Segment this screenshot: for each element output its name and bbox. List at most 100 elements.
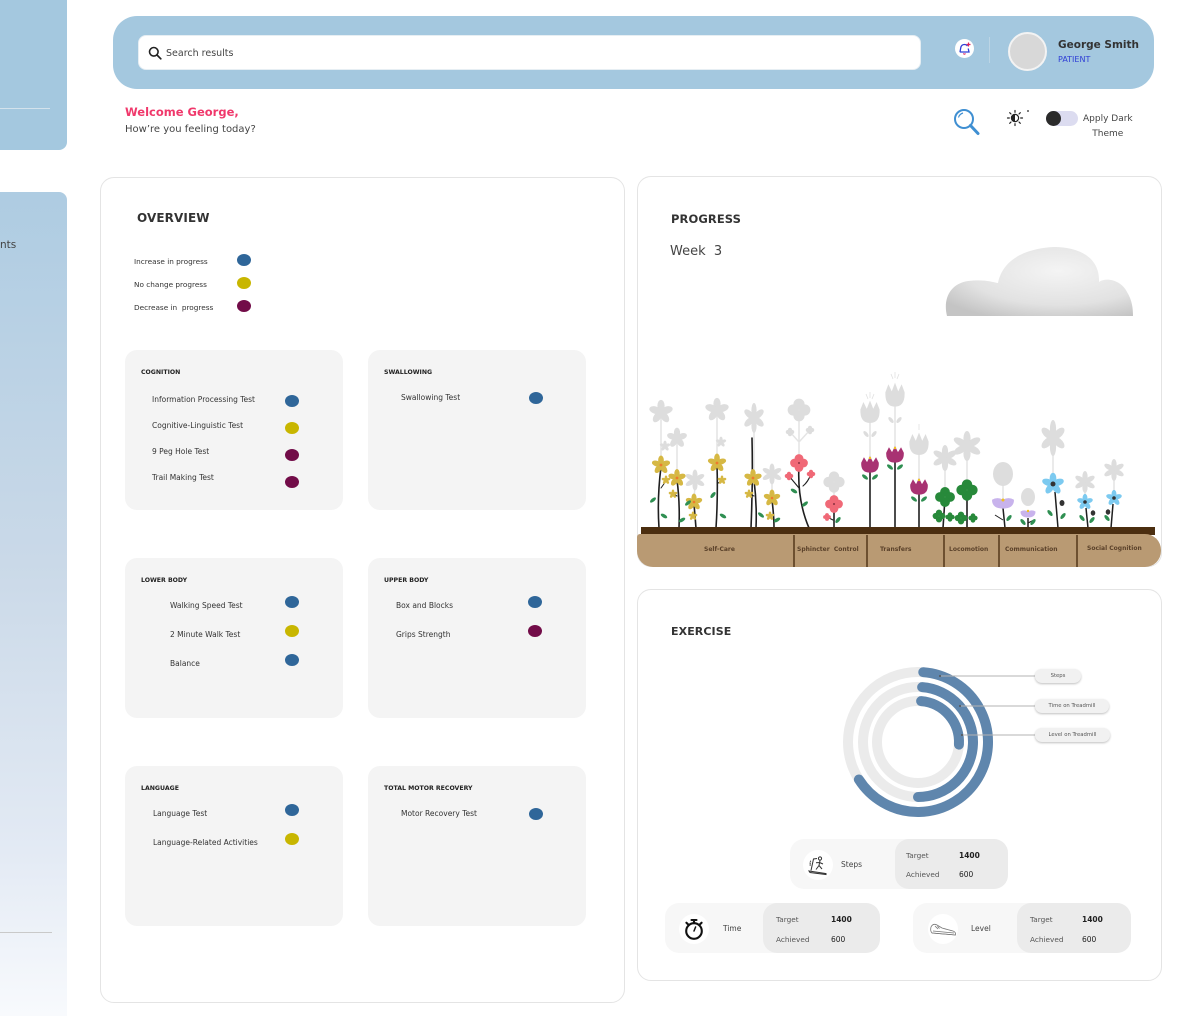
welcome-title: Welcome George, xyxy=(125,105,239,119)
status-dot xyxy=(528,625,542,637)
domain-divider xyxy=(998,535,1000,567)
flower-group-sphincter-control xyxy=(784,398,845,529)
stat-values: Target 1400 Achieved 600 xyxy=(1017,903,1131,953)
stat-card-steps[interactable]: Steps Target 1400 Achieved 600 xyxy=(790,839,1008,889)
test-item[interactable]: Motor Recovery Test xyxy=(401,808,477,820)
status-dot xyxy=(529,392,543,404)
stat-label: Level xyxy=(971,924,991,933)
test-item[interactable]: Language Test xyxy=(153,808,207,820)
test-item[interactable]: Box and Blocks xyxy=(396,600,453,612)
category-title: COGNITION xyxy=(141,369,181,376)
avatar[interactable] xyxy=(1008,32,1047,71)
shoe-icon xyxy=(930,923,956,936)
progress-title: PROGRESS xyxy=(671,212,742,226)
sidebar-divider xyxy=(0,932,52,933)
target-label: Target xyxy=(776,915,799,924)
legend-label-increase: Increase in progress xyxy=(134,257,208,266)
stat-card-time[interactable]: Time Target 1400 Achieved 600 xyxy=(665,903,880,953)
header-divider xyxy=(989,37,990,63)
exercise-title: EXERCISE xyxy=(671,625,732,638)
sidebar-item-label[interactable]: nts xyxy=(0,238,16,252)
search-input[interactable] xyxy=(166,44,866,62)
search-box[interactable] xyxy=(138,35,921,70)
status-dot xyxy=(285,596,299,608)
test-item[interactable]: Swallowing Test xyxy=(401,392,460,404)
status-dot xyxy=(285,449,299,461)
flower-group-self-care xyxy=(648,397,783,529)
stat-card-level[interactable]: Level Target 1400 Achieved 600 xyxy=(913,903,1131,953)
welcome-subtitle: How’re you feeling today? xyxy=(125,124,256,135)
category-card-lower-body: LOWER BODY Walking Speed Test 2 Minute W… xyxy=(125,558,343,718)
target-value: 1400 xyxy=(831,915,852,924)
achieved-label: Achieved xyxy=(906,870,940,879)
status-dot xyxy=(285,625,299,637)
category-title: UPPER BODY xyxy=(384,577,429,584)
callout-label-steps: Steps xyxy=(1035,669,1081,683)
test-item[interactable]: 2 Minute Walk Test xyxy=(170,629,240,641)
target-value: 1400 xyxy=(959,851,980,860)
user-role: PATIENT xyxy=(1058,55,1091,64)
domain-divider xyxy=(1076,535,1078,567)
category-card-language: LANGUAGE Language Test Language-Related … xyxy=(125,766,343,926)
category-title: LANGUAGE xyxy=(141,785,179,792)
test-item[interactable]: Balance xyxy=(170,658,200,670)
achieved-label: Achieved xyxy=(1030,935,1064,944)
magnifier-icon[interactable] xyxy=(952,107,982,137)
flower-group-communication xyxy=(992,462,1037,529)
stat-values: Target 1400 Achieved 600 xyxy=(895,839,1008,889)
domain-label-self-care[interactable]: Self-Care xyxy=(704,545,735,554)
test-item[interactable]: Information Processing Test xyxy=(152,394,255,406)
achieved-value: 600 xyxy=(1082,935,1097,944)
domain-label-sphincter-control[interactable]: Sphincter Control xyxy=(797,545,859,554)
test-item[interactable]: Cognitive-Linguistic Test xyxy=(152,420,243,432)
legend-dot-no-change xyxy=(237,277,251,289)
dark-theme-label: Apply Dark Theme xyxy=(1083,112,1133,142)
achieved-value: 600 xyxy=(959,870,974,879)
dark-theme-toggle[interactable] xyxy=(1046,111,1078,126)
test-item[interactable]: Grips Strength xyxy=(396,629,450,641)
overview-title: OVERVIEW xyxy=(137,211,210,225)
stopwatch-icon-wrap xyxy=(679,914,709,944)
flower-group-social-cognition xyxy=(1040,420,1125,529)
test-item[interactable]: 9 Peg Hole Test xyxy=(152,446,209,458)
treadmill-icon xyxy=(807,856,827,876)
status-dot xyxy=(529,808,543,820)
stat-label: Time xyxy=(723,924,742,933)
search-icon xyxy=(148,46,162,60)
category-title: LOWER BODY xyxy=(141,577,188,584)
stat-label: Steps xyxy=(841,860,862,869)
notifications-button[interactable] xyxy=(955,39,974,58)
sidebar-nav-panel: nts xyxy=(0,192,67,1016)
domain-divider xyxy=(793,535,795,567)
category-title: SWALLOWING xyxy=(384,369,433,376)
stat-values: Target 1400 Achieved 600 xyxy=(763,903,880,953)
test-item[interactable]: Walking Speed Test xyxy=(170,600,243,612)
brightness-icon[interactable] xyxy=(1004,108,1030,128)
sidebar-divider xyxy=(0,108,50,109)
target-label: Target xyxy=(906,851,929,860)
progress-domains-bar: Self-Care Sphincter Control Transfers Lo… xyxy=(637,534,1161,567)
ring-arc-level-on-treadmill[interactable] xyxy=(916,696,964,750)
user-name[interactable]: George Smith xyxy=(1058,38,1139,52)
legend-dot-decrease xyxy=(237,300,251,312)
category-card-swallowing: SWALLOWING Swallowing Test xyxy=(368,350,586,510)
bell-plus-icon xyxy=(959,42,971,55)
domain-label-transfers[interactable]: Transfers xyxy=(880,545,912,554)
target-value: 1400 xyxy=(1082,915,1103,924)
domain-label-social-cognition[interactable]: Social Cognition xyxy=(1087,544,1142,553)
status-dot xyxy=(285,654,299,666)
category-card-total-motor-recovery: TOTAL MOTOR RECOVERY Motor Recovery Test xyxy=(368,766,586,926)
stopwatch-icon xyxy=(685,918,703,940)
status-dot xyxy=(285,422,299,434)
test-item[interactable]: Language-Related Activities xyxy=(153,837,258,849)
domain-divider xyxy=(866,535,868,567)
category-title: TOTAL MOTOR RECOVERY xyxy=(384,785,473,792)
status-dot xyxy=(528,596,542,608)
target-label: Target xyxy=(1030,915,1053,924)
test-item[interactable]: Trail Making Test xyxy=(152,472,214,484)
legend-label-decrease: Decrease in progress xyxy=(134,303,214,312)
flower-group-transfers xyxy=(860,372,929,528)
domain-label-locomotion[interactable]: Locomotion xyxy=(949,545,988,554)
dark-theme-label-line1: Apply Dark xyxy=(1083,114,1133,124)
domain-label-communication[interactable]: Communication xyxy=(1005,545,1058,554)
